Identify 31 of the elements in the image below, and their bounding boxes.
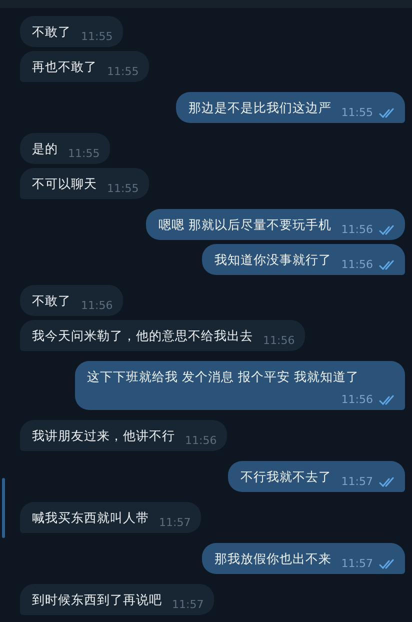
message-text: 不可以聊天: [32, 175, 97, 193]
message-text: 不敢了: [32, 23, 71, 41]
message-text: 这下下班就给我 发个消息 报个平安 我就知道了: [87, 368, 359, 386]
message-time: 11:55: [341, 106, 373, 120]
message-time: 11:55: [107, 65, 139, 79]
message-text: 我讲朋友过来，他讲不行: [32, 427, 175, 445]
message-time: 11:55: [107, 182, 139, 196]
message-text: 是的: [32, 140, 58, 158]
message-time: 11:56: [341, 223, 373, 237]
message-time: 11:55: [68, 147, 100, 161]
message-text: 喊我买东西就叫人带: [32, 509, 149, 527]
message-text: 再也不敢了: [32, 58, 97, 76]
message-time: 11:56: [185, 434, 217, 448]
message-time: 11:57: [159, 516, 191, 530]
message-text: 那我放假你也出不来: [214, 550, 332, 568]
message-text: 嗯嗯 那就以后尽量不要玩手机: [158, 216, 332, 234]
scrollbar[interactable]: [2, 478, 5, 538]
message-time: 11:57: [172, 598, 204, 612]
message-time: 11:56: [263, 334, 295, 348]
message-time: 11:55: [81, 30, 113, 44]
message-text: 我知道你没事就行了: [214, 251, 332, 269]
message-text: 不敢了: [32, 292, 71, 310]
message-time: 11:56: [81, 299, 113, 313]
message-time: 11:56: [341, 393, 373, 407]
message-text: 到时候东西到了再说吧: [32, 591, 162, 609]
message-time: 11:56: [341, 258, 373, 272]
message-text: 我今天问米勒了，他的意思不给我出去: [32, 327, 253, 345]
message-time: 11:57: [341, 557, 373, 571]
message-text: 那边是不是比我们这边严: [188, 99, 332, 117]
message-time: 11:57: [341, 475, 373, 489]
message-text: 不行我就不去了: [240, 468, 332, 486]
